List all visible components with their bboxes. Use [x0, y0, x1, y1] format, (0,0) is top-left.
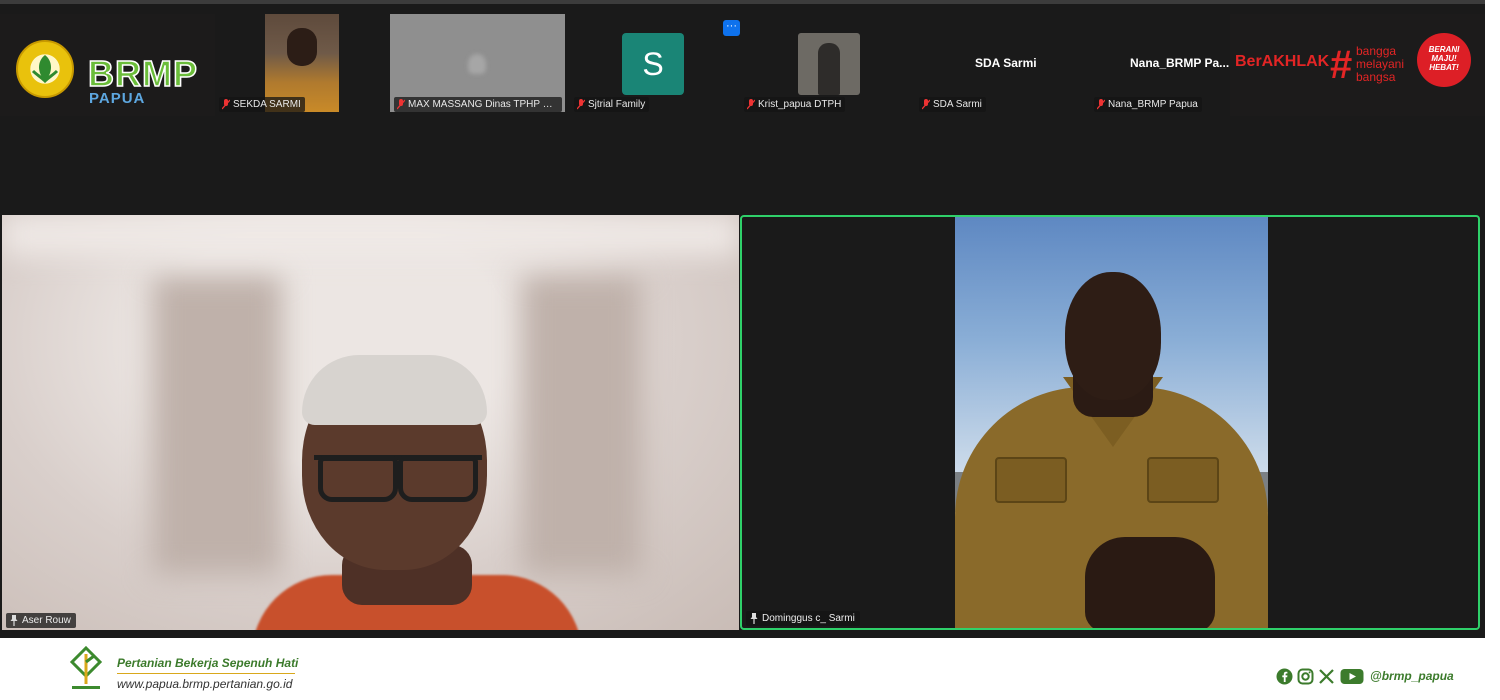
active-speaker-tile[interactable]: Dominggus c_ Sarmi: [740, 215, 1480, 630]
mic-muted-icon: [222, 99, 230, 110]
brmp-region: PAPUA: [89, 90, 146, 107]
hashtag-icon: #: [1330, 43, 1353, 87]
participant-name: SEKDA SARMI: [219, 97, 305, 112]
participant-name: Nana_BRMP Papua: [1094, 97, 1202, 112]
instagram-icon[interactable]: [1297, 668, 1314, 685]
berakhlak-logo: BerAKHLAK: [1235, 53, 1330, 70]
participant-tile[interactable]: S Sjtrial Family: [570, 14, 746, 114]
mic-muted-icon: [922, 99, 930, 110]
brmp-logo: BRMP: [87, 53, 198, 94]
more-options-button[interactable]: ···: [723, 20, 740, 36]
participant-face: [1065, 272, 1161, 400]
youtube-icon[interactable]: [1340, 668, 1364, 685]
mic-muted-icon: [747, 99, 755, 110]
footer-website: www.papua.brmp.pertanian.go.id: [117, 677, 293, 691]
tile-name-label: Dominggus c_ Sarmi: [746, 611, 860, 626]
ministry-emblem-icon: [16, 40, 74, 98]
window-top-bar: [0, 0, 1485, 4]
participant-name: SDA Sarmi: [919, 97, 986, 112]
agro-modern-logo-icon: [69, 646, 103, 689]
meeting-window: BRMP PAPUA SEKDA SARMI MAX MASSANG Dinas…: [0, 0, 1485, 638]
campaign-branding: BerAKHLAK # bangga melayani bangsa BERAN…: [1230, 14, 1485, 116]
participant-tile[interactable]: MAX MASSANG Dinas TPHP Pa...: [390, 14, 566, 114]
pin-icon: [10, 615, 18, 626]
mic-muted-icon: [1097, 99, 1105, 110]
participant-name: Sjtrial Family: [574, 97, 650, 112]
participant-tile[interactable]: SEKDA SARMI: [215, 14, 391, 114]
participant-display-name: SDA Sarmi: [975, 56, 1037, 70]
berani-maju-hebat-logo: BERANI MAJU! HEBAT!: [1417, 33, 1471, 87]
brmp-branding: BRMP PAPUA: [0, 14, 215, 116]
participant-tile[interactable]: SDA Sarmi SDA Sarmi: [915, 14, 1091, 114]
participant-video: [955, 217, 1268, 628]
mic-muted-icon: [397, 99, 405, 110]
participant-thumbnail: [798, 33, 860, 95]
tile-name-label: Aser Rouw: [6, 613, 76, 628]
participant-name: MAX MASSANG Dinas TPHP Pa...: [394, 97, 562, 112]
pin-icon: [750, 613, 758, 624]
mic-muted-icon: [577, 99, 585, 110]
tagline-underline: [117, 673, 295, 674]
participant-display-name: Nana_BRMP Pa...: [1130, 56, 1230, 70]
main-video-tile[interactable]: Aser Rouw: [2, 215, 739, 630]
participant-name: Krist_papua DTPH: [744, 97, 846, 112]
bangga-melayani-bangsa-logo: # bangga melayani bangsa: [1330, 43, 1405, 87]
social-handle: @brmp_papua: [1370, 669, 1454, 683]
footer-tagline: Pertanian Bekerja Sepenuh Hati: [117, 656, 299, 670]
x-icon[interactable]: [1318, 668, 1335, 685]
participant-tile[interactable]: Krist_papua DTPH: [740, 14, 916, 114]
glasses: [314, 455, 482, 502]
participant-avatar: S: [622, 33, 684, 95]
facebook-icon[interactable]: [1276, 668, 1293, 685]
